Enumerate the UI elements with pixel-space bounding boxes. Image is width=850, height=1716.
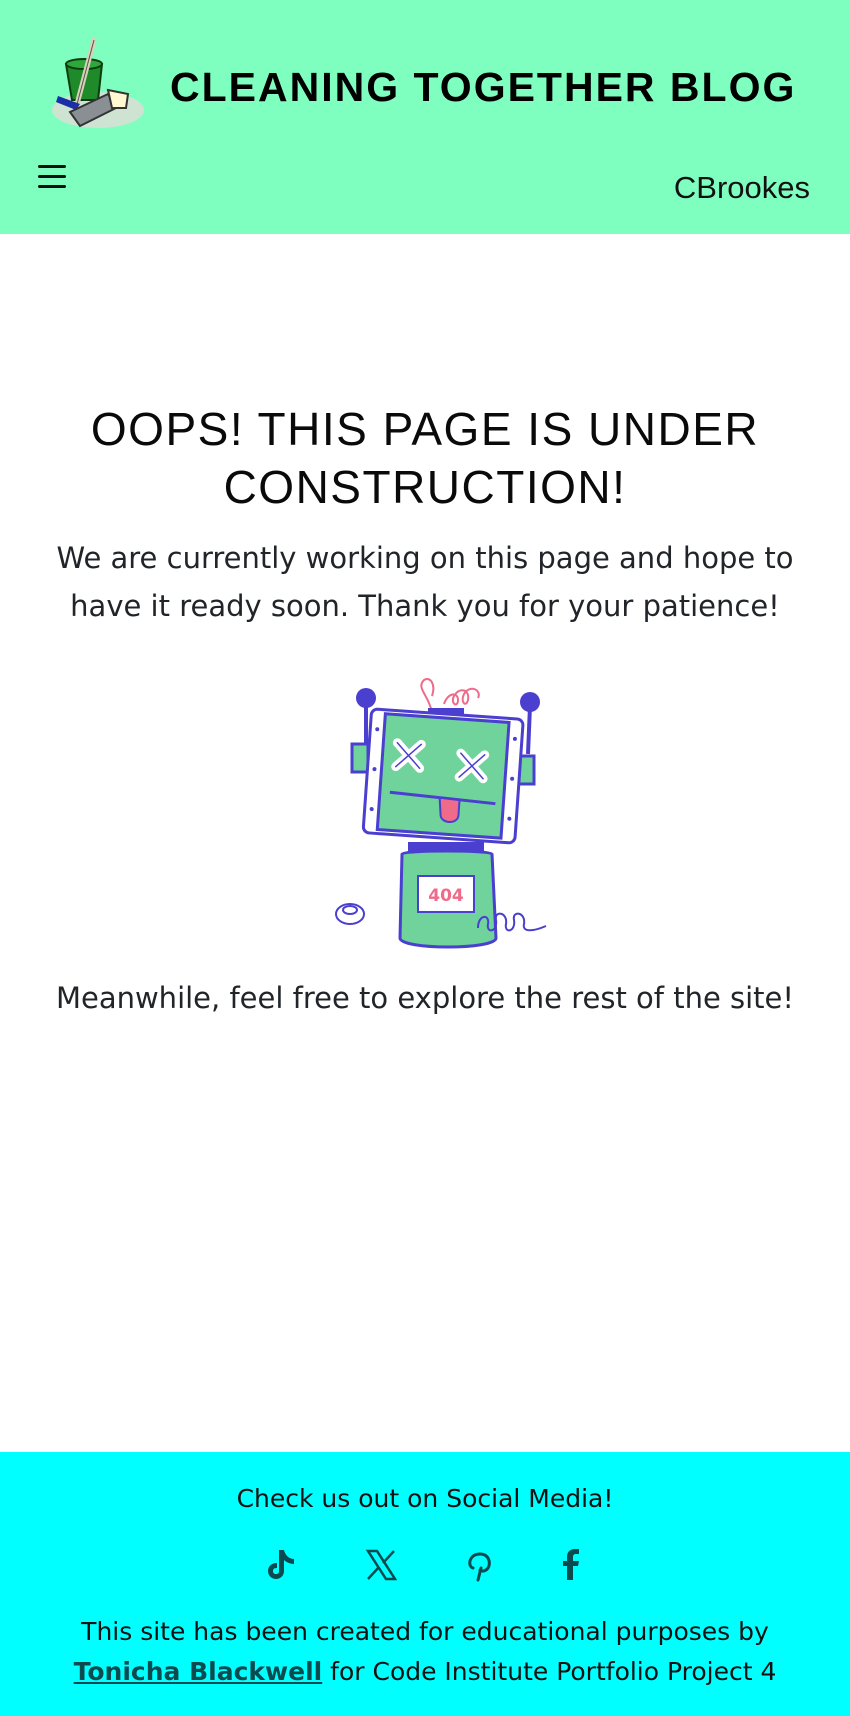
main-content: OOPS! THIS PAGE IS UNDER CONSTRUCTION! W… xyxy=(0,234,850,1452)
cleaning-bucket-logo[interactable] xyxy=(46,37,154,140)
hamburger-menu-icon[interactable] xyxy=(38,165,70,195)
tiktok-icon[interactable] xyxy=(258,1542,304,1588)
broken-robot-illustration: 404 xyxy=(332,674,554,964)
footer-credit: This site has been created for education… xyxy=(40,1612,810,1692)
error-message: We are currently working on this page an… xyxy=(56,541,794,623)
site-footer: Check us out on Social Media! This site … xyxy=(0,1452,850,1716)
username-link[interactable]: CBrookes xyxy=(674,170,810,206)
credit-text-after: for Code Institute Portfolio Project 4 xyxy=(322,1657,777,1686)
social-heading: Check us out on Social Media! xyxy=(236,1484,614,1513)
x-icon[interactable] xyxy=(358,1542,404,1588)
site-header: CLEANING TOGETHER BLOG CBrookes xyxy=(0,0,850,234)
site-title[interactable]: CLEANING TOGETHER BLOG xyxy=(170,64,820,111)
credit-text-before: This site has been created for education… xyxy=(81,1617,769,1646)
explore-message: Meanwhile, feel free to explore the rest… xyxy=(55,981,795,1015)
social-links xyxy=(0,1542,850,1592)
author-link[interactable]: Tonicha Blackwell xyxy=(74,1657,323,1686)
pinterest-icon[interactable] xyxy=(456,1542,502,1588)
robot-404-label: 404 xyxy=(428,886,464,906)
facebook-icon[interactable] xyxy=(548,1542,594,1588)
page-title: OOPS! THIS PAGE IS UNDER CONSTRUCTION! xyxy=(90,403,760,513)
